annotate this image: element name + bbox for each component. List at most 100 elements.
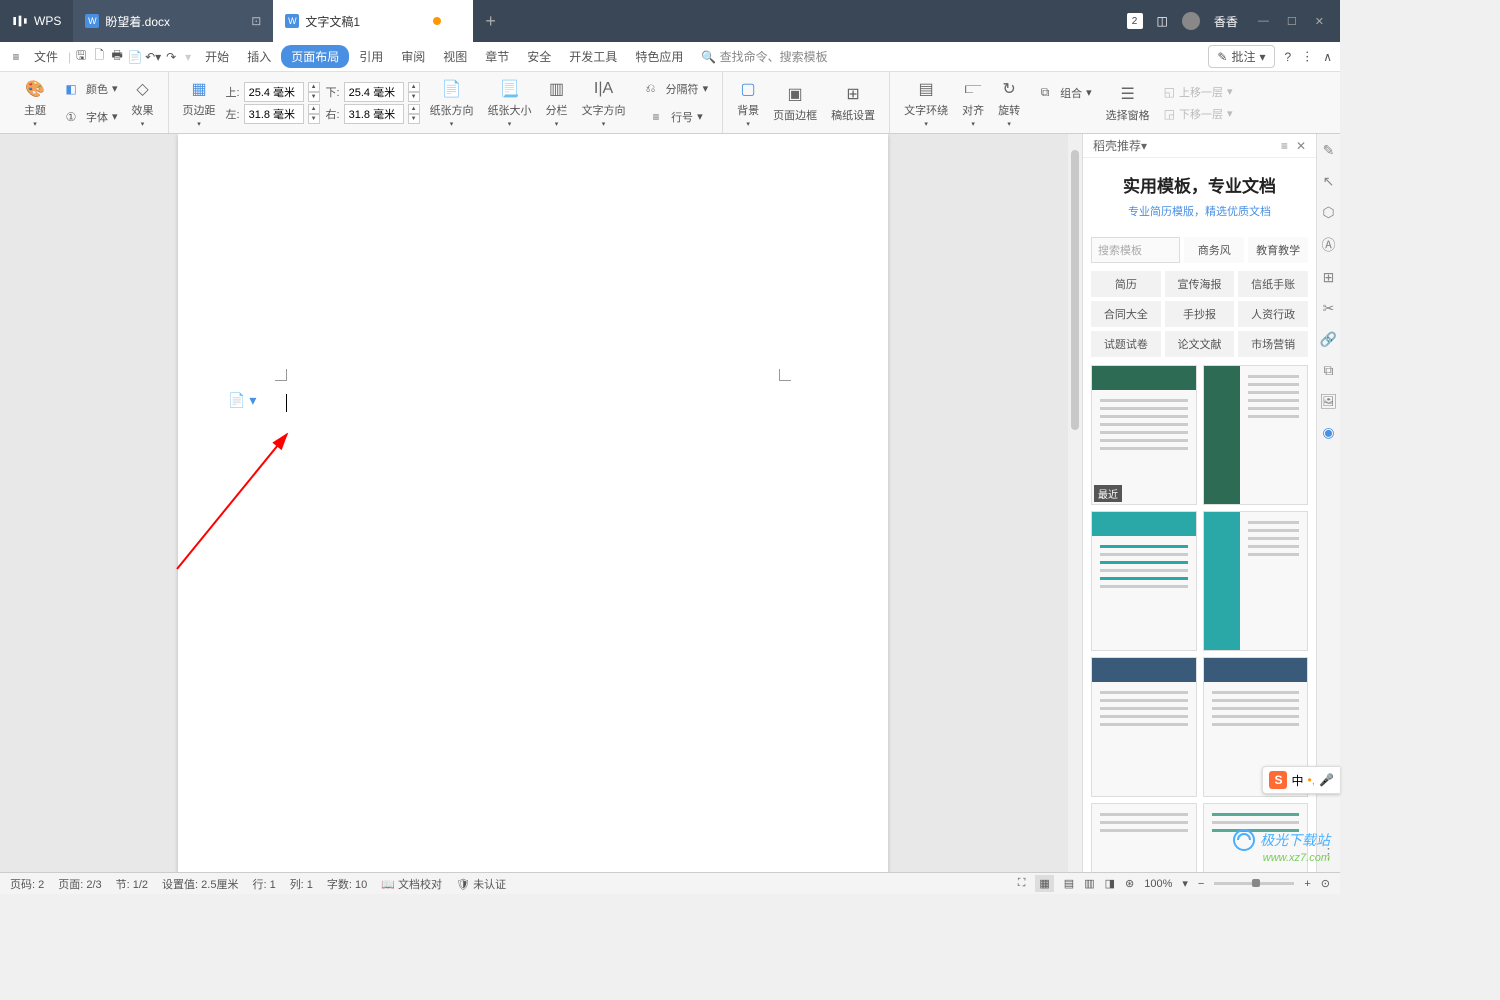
- text-direction-button[interactable]: I|A文字方向▾: [578, 76, 630, 130]
- vertical-scrollbar[interactable]: [1068, 134, 1082, 872]
- view-outline-icon[interactable]: ▤: [1064, 877, 1074, 890]
- tag-hr[interactable]: 人资行政: [1238, 301, 1308, 327]
- tab-doc-2[interactable]: W 文字文稿1: [273, 0, 473, 42]
- scroll-thumb[interactable]: [1071, 150, 1079, 430]
- tab-monitor-icon[interactable]: ⊡: [251, 14, 261, 28]
- shape-tool-icon[interactable]: ⬡: [1322, 204, 1334, 221]
- print-direct-icon[interactable]: 📄: [127, 49, 143, 65]
- notification-badge[interactable]: 2: [1127, 13, 1143, 29]
- maximize-button[interactable]: ☐: [1281, 11, 1303, 32]
- tab-security[interactable]: 安全: [519, 44, 559, 69]
- tag-resume[interactable]: 简历: [1091, 271, 1161, 297]
- filter-chip-business[interactable]: 商务风: [1184, 237, 1244, 263]
- line-numbers-button[interactable]: ≡行号▾: [636, 104, 713, 130]
- hamburger-icon[interactable]: ≡: [8, 49, 24, 65]
- page-margin-button[interactable]: ▦页边距▾: [179, 76, 220, 130]
- template-thumb[interactable]: [1203, 365, 1309, 505]
- print-icon[interactable]: 🖶: [109, 49, 125, 65]
- fit-icon[interactable]: ⊙: [1321, 877, 1330, 890]
- tag-newspaper[interactable]: 手抄报: [1165, 301, 1235, 327]
- status-auth[interactable]: 🛡 未认证: [456, 876, 506, 892]
- new-tab-button[interactable]: +: [473, 11, 508, 32]
- template-thumb[interactable]: [1091, 511, 1197, 651]
- template-thumb[interactable]: [1091, 657, 1197, 797]
- panel-close-icon[interactable]: ✕: [1296, 139, 1306, 153]
- effect-button[interactable]: ◇效果▾: [128, 76, 158, 130]
- clip-tool-icon[interactable]: ✂: [1323, 300, 1335, 317]
- margin-bottom-input[interactable]: [344, 82, 404, 102]
- status-row[interactable]: 行: 1: [252, 876, 275, 892]
- breaks-button[interactable]: ⎌分隔符▾: [636, 76, 713, 102]
- view-read-icon[interactable]: ◨: [1105, 877, 1115, 890]
- status-col[interactable]: 列: 1: [290, 876, 313, 892]
- apps-icon[interactable]: ◫: [1157, 14, 1168, 28]
- margin-right-input[interactable]: [344, 104, 404, 124]
- help-icon[interactable]: ?: [1285, 50, 1292, 64]
- minimize-button[interactable]: —: [1252, 11, 1275, 32]
- tab-insert[interactable]: 插入: [239, 44, 279, 69]
- zoom-slider[interactable]: [1214, 882, 1294, 885]
- columns-button[interactable]: ▥分栏▾: [542, 76, 572, 130]
- redo-icon[interactable]: ↷: [163, 49, 179, 65]
- link-tool-icon[interactable]: 🔗: [1320, 331, 1337, 348]
- orientation-button[interactable]: 📄纸张方向▾: [426, 76, 478, 130]
- mic-icon[interactable]: 🎤: [1319, 773, 1334, 787]
- edit-tool-icon[interactable]: ✎: [1323, 142, 1335, 159]
- fullscreen-icon[interactable]: ⛶: [1018, 877, 1026, 890]
- tag-letter[interactable]: 信纸手账: [1238, 271, 1308, 297]
- tab-page-layout[interactable]: 页面布局: [281, 45, 349, 68]
- annotate-button[interactable]: ✎ 批注 ▾: [1208, 45, 1274, 68]
- save-icon[interactable]: 🖫: [73, 49, 89, 65]
- filter-chip-education[interactable]: 教育教学: [1248, 237, 1308, 263]
- wps-logo[interactable]: WPS: [0, 0, 73, 42]
- document-area[interactable]: 📄 ▾: [0, 134, 1082, 872]
- page[interactable]: 📄 ▾: [178, 134, 888, 872]
- undo-icon[interactable]: ↶▾: [145, 49, 161, 65]
- tab-doc-1[interactable]: W 盼望着.docx ⊡: [73, 0, 273, 42]
- ime-lang[interactable]: 中: [1291, 772, 1303, 789]
- tab-special[interactable]: 特色应用: [627, 44, 691, 69]
- zoom-out-icon[interactable]: −: [1198, 878, 1204, 890]
- spin-up[interactable]: ▲: [308, 82, 320, 92]
- collapse-icon[interactable]: ︙: [1301, 48, 1313, 65]
- table-tool-icon[interactable]: ⊞: [1323, 269, 1335, 286]
- zoom-label[interactable]: 100%: [1144, 878, 1172, 890]
- eyecare-icon[interactable]: ⊛: [1125, 877, 1134, 890]
- page-border-button[interactable]: ▣页面边框: [769, 76, 821, 130]
- search-commands[interactable]: 🔍 查找命令、搜索模板: [693, 44, 835, 69]
- tab-chapter[interactable]: 章节: [477, 44, 517, 69]
- tab-devtools[interactable]: 开发工具: [561, 44, 625, 69]
- background-button[interactable]: ▢背景▾: [733, 76, 763, 130]
- font-button[interactable]: ①字体▾: [56, 104, 122, 130]
- view-print-icon[interactable]: ▦: [1035, 875, 1053, 892]
- select-tool-icon[interactable]: ↖: [1323, 173, 1335, 190]
- genko-button[interactable]: ⊞稿纸设置: [827, 76, 879, 130]
- tag-marketing[interactable]: 市场营销: [1238, 331, 1308, 357]
- tab-reference[interactable]: 引用: [351, 44, 391, 69]
- status-chars[interactable]: 字数: 10: [327, 876, 367, 892]
- tab-view[interactable]: 视图: [435, 44, 475, 69]
- group-button[interactable]: ⧉组合▾: [1030, 80, 1096, 106]
- zoom-in-icon[interactable]: +: [1304, 878, 1310, 890]
- tag-poster[interactable]: 宣传海报: [1165, 271, 1235, 297]
- tag-thesis[interactable]: 论文文献: [1165, 331, 1235, 357]
- status-section[interactable]: 节: 1/2: [116, 876, 148, 892]
- selection-pane-button[interactable]: ☰选择窗格: [1102, 76, 1154, 130]
- tag-exam[interactable]: 试题试卷: [1091, 331, 1161, 357]
- template-thumb[interactable]: 最近: [1091, 365, 1197, 505]
- status-setvalue[interactable]: 设置值: 2.5厘米: [162, 876, 238, 892]
- chart-tool-icon[interactable]: ⧉: [1324, 362, 1334, 379]
- spin-down[interactable]: ▼: [308, 92, 320, 102]
- tag-contract[interactable]: 合同大全: [1091, 301, 1161, 327]
- theme-button[interactable]: 🎨主题▾: [20, 76, 50, 130]
- template-search-input[interactable]: 搜索模板: [1091, 237, 1180, 263]
- status-pageno[interactable]: 页码: 2: [10, 876, 44, 892]
- rotate-button[interactable]: ↻旋转▾: [994, 76, 1024, 130]
- close-button[interactable]: ✕: [1309, 11, 1330, 32]
- paper-size-button[interactable]: 📃纸张大小▾: [484, 76, 536, 130]
- ribbon-toggle-icon[interactable]: ∧: [1323, 50, 1332, 64]
- page-tool-icon[interactable]: 📄 ▾: [228, 392, 256, 409]
- align-button[interactable]: ⫍对齐▾: [958, 76, 988, 130]
- panel-menu-icon[interactable]: ≡: [1281, 139, 1288, 153]
- status-page[interactable]: 页面: 2/3: [58, 876, 101, 892]
